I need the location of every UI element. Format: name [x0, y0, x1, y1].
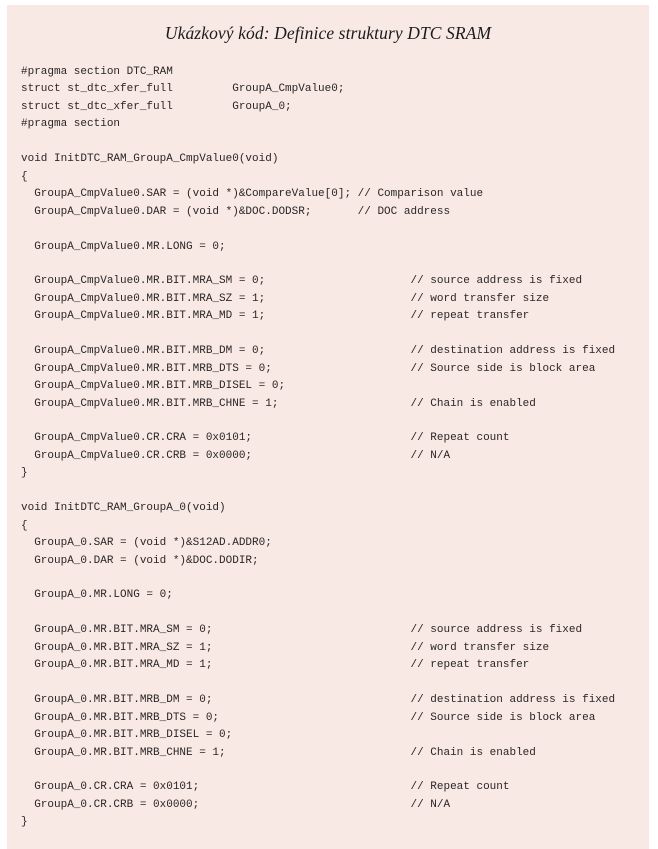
- code-line: GroupA_0.MR.BIT.MRB_DM = 0; // destinati…: [21, 694, 616, 707]
- code-listing: #pragma section DTC_RAMstruct st_dtc_xfe…: [7, 44, 649, 832]
- code-line: GroupA_0.MR.BIT.MRB_DTS = 0; // Source s…: [21, 711, 596, 724]
- code-line: GroupA_CmpValue0.MR.BIT.MRA_SM = 0; // s…: [21, 275, 583, 288]
- code-line: void InitDTC_RAM_GroupA_0(void): [21, 502, 226, 515]
- code-line: struct st_dtc_xfer_full GroupA_CmpValue0…: [21, 83, 345, 96]
- code-line: GroupA_0.MR.BIT.MRB_CHNE = 1; // Chain i…: [21, 746, 536, 759]
- code-line: {: [21, 519, 28, 532]
- code-line: GroupA_0.DAR = (void *)&DOC.DODIR;: [21, 554, 259, 567]
- code-line: }: [21, 467, 28, 480]
- page-title: Ukázkový kód: Definice struktury DTC SRA…: [164, 23, 492, 43]
- code-line: GroupA_CmpValue0.DAR = (void *)&DOC.DODS…: [21, 205, 451, 218]
- code-line: GroupA_0.MR.LONG = 0;: [21, 589, 173, 602]
- code-sample-panel: Ukázkový kód: Definice struktury DTC SRA…: [7, 5, 649, 849]
- code-line: GroupA_CmpValue0.CR.CRB = 0x0000; // N/A: [21, 449, 451, 462]
- code-line: GroupA_CmpValue0.MR.BIT.MRB_DM = 0; // d…: [21, 345, 616, 358]
- code-line: GroupA_CmpValue0.MR.BIT.MRA_SZ = 1; // w…: [21, 292, 550, 305]
- code-line: void InitDTC_RAM_GroupA_CmpValue0(void): [21, 153, 279, 166]
- code-line: GroupA_CmpValue0.SAR = (void *)&CompareV…: [21, 188, 484, 201]
- code-line: GroupA_0.MR.BIT.MRB_DISEL = 0;: [21, 729, 233, 742]
- code-line: GroupA_CmpValue0.MR.BIT.MRB_DISEL = 0;: [21, 380, 286, 393]
- code-line: }: [21, 816, 28, 829]
- code-line: GroupA_0.CR.CRA = 0x0101; // Repeat coun…: [21, 781, 510, 794]
- code-line: GroupA_CmpValue0.MR.BIT.MRA_MD = 1; // r…: [21, 310, 530, 323]
- code-line: GroupA_CmpValue0.CR.CRA = 0x0101; // Rep…: [21, 432, 510, 445]
- code-line: GroupA_0.SAR = (void *)&S12AD.ADDR0;: [21, 537, 272, 550]
- code-line: GroupA_0.MR.BIT.MRA_SZ = 1; // word tran…: [21, 641, 550, 654]
- code-line: GroupA_0.CR.CRB = 0x0000; // N/A: [21, 798, 451, 811]
- code-line: {: [21, 170, 28, 183]
- code-line: GroupA_CmpValue0.MR.BIT.MRB_DTS = 0; // …: [21, 362, 596, 375]
- page-root: Ukázkový kód: Definice struktury DTC SRA…: [0, 0, 658, 849]
- code-line: #pragma section DTC_RAM: [21, 66, 173, 78]
- code-line: GroupA_0.MR.BIT.MRA_SM = 0; // source ad…: [21, 624, 583, 637]
- code-line: GroupA_CmpValue0.MR.BIT.MRB_CHNE = 1; //…: [21, 397, 536, 410]
- code-line: GroupA_0.MR.BIT.MRA_MD = 1; // repeat tr…: [21, 659, 530, 672]
- code-line: GroupA_CmpValue0.MR.LONG = 0;: [21, 240, 226, 253]
- code-line: #pragma section: [21, 118, 121, 131]
- code-line: struct st_dtc_xfer_full GroupA_0;: [21, 100, 292, 113]
